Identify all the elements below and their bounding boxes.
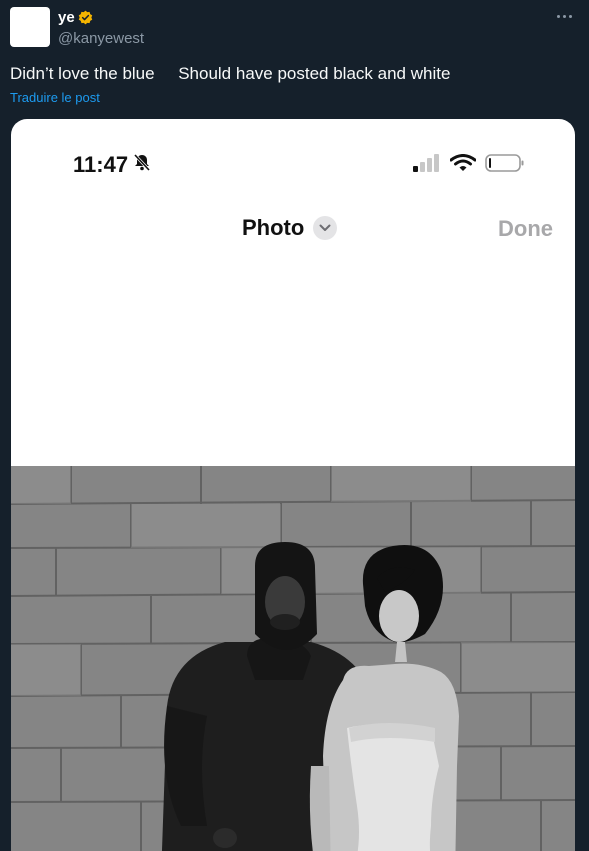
done-button[interactable]: Done — [498, 216, 553, 242]
nav-title-text: Photo — [242, 215, 305, 240]
tweet-text: Didn’t love the blue Should have posted … — [10, 64, 451, 83]
tweet: ye @kanyewest Didn’t love the blue Shoul… — [0, 0, 589, 851]
status-bar-icons — [413, 153, 525, 178]
wifi-icon — [449, 154, 477, 177]
verified-badge-icon[interactable] — [78, 10, 93, 25]
cellular-signal-icon — [413, 154, 441, 177]
author-display-name[interactable]: ye — [58, 9, 75, 26]
status-time-text: 11:47 — [73, 152, 129, 177]
tweet-media[interactable]: 11:47 Photo Done — [11, 119, 575, 851]
author-name-row: ye — [58, 9, 93, 26]
photo[interactable] — [11, 466, 575, 851]
status-bar-time: 11:47 — [73, 152, 152, 178]
chevron-down-icon — [313, 216, 338, 240]
bell-slash-icon — [132, 152, 152, 178]
author-handle[interactable]: @kanyewest — [58, 30, 144, 47]
translate-post-link[interactable]: Traduire le post — [10, 90, 100, 105]
avatar[interactable] — [10, 7, 50, 47]
battery-icon — [485, 153, 525, 178]
photo-type-selector[interactable]: Photo — [242, 215, 338, 241]
photo-image — [11, 466, 575, 851]
more-options-icon[interactable] — [553, 6, 575, 26]
